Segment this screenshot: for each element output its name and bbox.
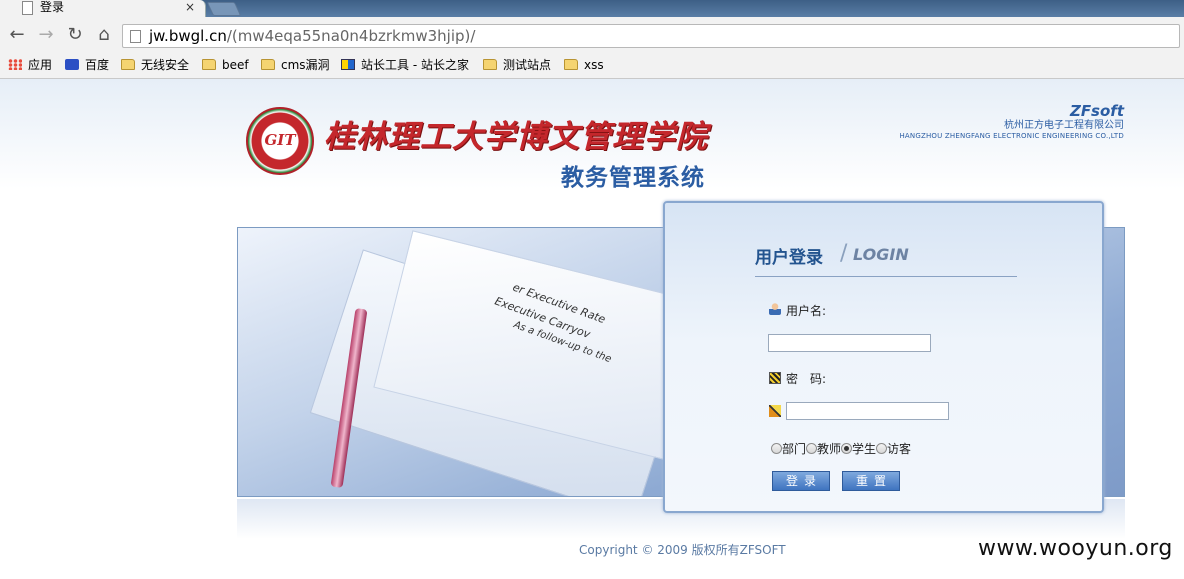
bookmark-folder-test[interactable]: 测试站点	[483, 53, 551, 78]
login-button[interactable]: 登录	[772, 471, 830, 491]
brand-en: HANGZHOU ZHENGFANG ELECTRONIC ENGINEERIN…	[899, 132, 1124, 140]
bookmark-label: xss	[584, 58, 604, 72]
bookmark-label: 应用	[28, 58, 53, 72]
password-input[interactable]	[786, 402, 949, 420]
folder-icon	[564, 59, 578, 70]
page-content: GIT 桂林理工大学博文管理学院 教务管理系统 ZFsoft 杭州正方电子工程有…	[0, 79, 1184, 579]
home-icon[interactable]: ⌂	[92, 17, 116, 53]
role-label: 部门	[782, 442, 807, 456]
radio-student[interactable]	[841, 443, 853, 454]
page-icon	[130, 30, 141, 43]
bookmark-chinaz[interactable]: 站长工具 - 站长之家	[341, 53, 469, 78]
bookmarks-bar: 应用 百度 无线安全 beef cms漏洞 站长工具 - 站长之家 测试站点 x…	[0, 53, 1184, 79]
bookmark-baidu[interactable]: 百度	[65, 53, 109, 78]
radio-dept[interactable]	[771, 443, 782, 454]
address-bar[interactable]: jw.bwgl.cn/(mw4eqa55na0n4bzrkmw3hjip)/	[122, 24, 1180, 48]
tab-close-icon[interactable]: ×	[185, 0, 195, 15]
bookmark-label: 无线安全	[141, 58, 190, 72]
user-icon	[769, 303, 781, 315]
page-icon	[22, 1, 33, 15]
watermark-text: www.wooyun.org	[978, 536, 1173, 561]
back-icon[interactable]: ←	[5, 17, 29, 53]
role-option-visitor[interactable]: 访客	[876, 441, 911, 457]
role-option-student[interactable]: 学生	[841, 441, 876, 457]
brand-cn: 杭州正方电子工程有限公司	[1004, 120, 1124, 131]
reset-button[interactable]: 重置	[842, 471, 900, 491]
new-tab-button[interactable]	[206, 2, 242, 16]
forward-icon[interactable]: →	[34, 17, 58, 53]
url-path: /(mw4eqa55na0n4bzrkmw3hjip)/	[226, 27, 476, 45]
login-title-en: LOGIN	[853, 245, 909, 264]
bookmark-folder-xss[interactable]: xss	[564, 53, 604, 78]
folder-icon	[121, 59, 135, 70]
bookmark-folder-wireless[interactable]: 无线安全	[121, 53, 189, 78]
username-label: 用户名:	[786, 304, 827, 318]
bookmark-label: 百度	[85, 58, 110, 72]
folder-icon	[483, 59, 497, 70]
bookmark-label: 站长工具 - 站长之家	[361, 58, 469, 72]
bookmark-label: cms漏洞	[281, 58, 330, 72]
role-selector: 部门 教师 学生 访客	[771, 441, 911, 457]
reload-icon[interactable]: ↻	[63, 17, 87, 53]
password-icon	[769, 372, 781, 384]
role-option-dept[interactable]: 部门	[771, 441, 806, 457]
vendor-brand: ZFsoft 杭州正方电子工程有限公司 HANGZHOU ZHENGFANG E…	[899, 103, 1124, 141]
folder-icon	[261, 59, 275, 70]
role-option-teacher[interactable]: 教师	[806, 441, 841, 457]
radio-teacher[interactable]	[806, 443, 818, 454]
password-label: 密 码:	[786, 372, 827, 386]
chinaz-icon	[341, 59, 355, 70]
login-title-divider: /	[840, 241, 848, 266]
apps-icon	[8, 59, 22, 70]
bookmark-label: 测试站点	[503, 58, 552, 72]
folder-icon	[202, 59, 216, 70]
system-name: 教务管理系统	[561, 165, 705, 191]
baidu-paw-icon	[65, 59, 79, 70]
brand-logo: ZFsoft	[1069, 102, 1124, 120]
login-title-rule	[755, 276, 1017, 277]
bookmark-folder-cms[interactable]: cms漏洞	[261, 53, 330, 78]
pencil-icon	[769, 405, 781, 417]
url-text: jw.bwgl.cn/(mw4eqa55na0n4bzrkmw3hjip)/	[149, 25, 475, 47]
tab-strip: 登录 ×	[0, 0, 1184, 17]
school-logo: GIT	[246, 107, 314, 175]
bookmark-apps[interactable]: 应用	[8, 53, 52, 78]
role-label: 教师	[817, 442, 842, 456]
tab-title: 登录	[40, 0, 65, 14]
role-label: 学生	[852, 442, 877, 456]
login-title: 用户登录	[755, 248, 823, 268]
school-name: 桂林理工大学博文管理学院	[324, 119, 708, 155]
copyright-text: Copyright © 2009 版权所有ZFSOFT	[579, 543, 786, 557]
school-logo-text: GIT	[264, 131, 296, 149]
login-panel: 用户登录 / LOGIN 用户名: 密 码: 部门 教师 学生 访客 登录 重置	[663, 201, 1104, 513]
username-input[interactable]	[768, 334, 931, 352]
bookmark-folder-beef[interactable]: beef	[202, 53, 249, 78]
browser-tab[interactable]: 登录 ×	[0, 0, 206, 17]
url-host: jw.bwgl.cn	[149, 27, 227, 45]
bookmark-label: beef	[222, 58, 249, 72]
role-label: 访客	[887, 442, 912, 456]
radio-visitor[interactable]	[876, 443, 888, 454]
